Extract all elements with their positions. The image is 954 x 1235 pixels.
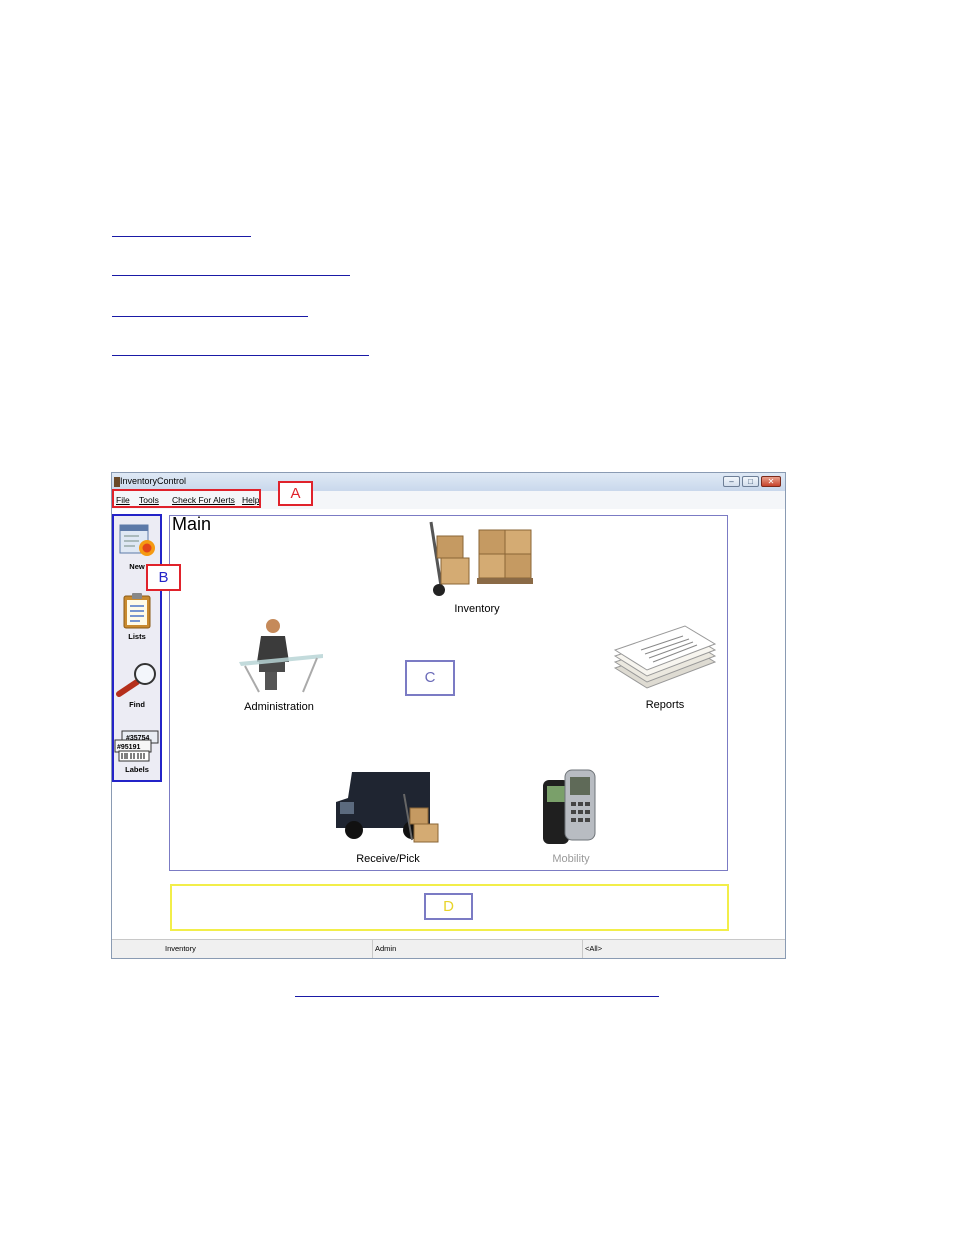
tile-label: Reports (645, 699, 685, 711)
sidebar-item-label: Find (129, 700, 145, 709)
svg-text:#35754: #35754 (126, 735, 149, 742)
menu-highlight-box (112, 489, 261, 508)
tile-label: Inventory (454, 603, 500, 615)
handheld-scanner-icon (543, 769, 596, 844)
sidebar: New Lists Find #35754 #95191 Labels (112, 514, 162, 782)
sidebar-item-label: Labels (125, 765, 149, 774)
tile-inventory[interactable]: Inventory (412, 516, 542, 615)
barcode-labels-icon: #35754 #95191 (114, 730, 159, 762)
delivery-truck-icon (336, 772, 439, 843)
maximize-icon: □ (748, 477, 753, 486)
sidebar-item-label: Lists (128, 632, 146, 641)
tile-label: Mobility (552, 853, 590, 865)
status-user: Admin (375, 944, 397, 953)
window-title: InventoryControl (120, 476, 187, 486)
tile-label: Administration (244, 701, 314, 713)
doc-link-2[interactable] (112, 275, 350, 276)
status-location: <All> (585, 944, 603, 953)
figure-caption-link[interactable] (295, 996, 659, 997)
paper-stack-icon (613, 625, 717, 689)
svg-text:#95191: #95191 (117, 744, 140, 751)
tile-administration[interactable]: Administration (220, 614, 338, 713)
app-window: InventoryControl – □ ✕ File Tools Check … (111, 472, 786, 959)
sidebar-item-find[interactable]: Find (114, 662, 160, 709)
close-icon: ✕ (767, 477, 775, 486)
doc-link-3[interactable] (112, 316, 308, 317)
sidebar-item-label: New (129, 562, 145, 571)
minimize-icon: – (729, 477, 734, 486)
callout-d: D (424, 893, 473, 920)
status-bar: Inventory Admin <All> (112, 939, 785, 958)
status-module: Inventory (165, 944, 196, 953)
clipboard-icon (123, 593, 151, 629)
tile-receive-pick[interactable]: Receive/Pick (330, 768, 446, 865)
sidebar-item-labels[interactable]: #35754 #95191 Labels (114, 729, 160, 774)
office-person-icon (239, 619, 323, 693)
sidebar-item-lists[interactable]: Lists (114, 592, 160, 641)
tile-label: Receive/Pick (356, 853, 420, 865)
doc-link-4[interactable] (112, 355, 369, 356)
minimize-button[interactable]: – (723, 476, 740, 487)
maximize-button[interactable]: □ (742, 476, 759, 487)
status-divider (372, 940, 373, 958)
tile-mobility[interactable]: Mobility (526, 768, 616, 865)
callout-b: B (146, 564, 181, 591)
page-title: Main (172, 514, 212, 534)
status-divider (582, 940, 583, 958)
boxes-handtruck-icon (429, 521, 533, 596)
close-button[interactable]: ✕ (761, 476, 781, 487)
callout-c: C (405, 660, 455, 696)
magnifier-icon (116, 663, 156, 697)
new-icon (119, 524, 155, 556)
callout-a: A (278, 481, 313, 506)
tile-reports[interactable]: Reports (607, 622, 723, 711)
doc-link-1[interactable] (112, 236, 251, 237)
